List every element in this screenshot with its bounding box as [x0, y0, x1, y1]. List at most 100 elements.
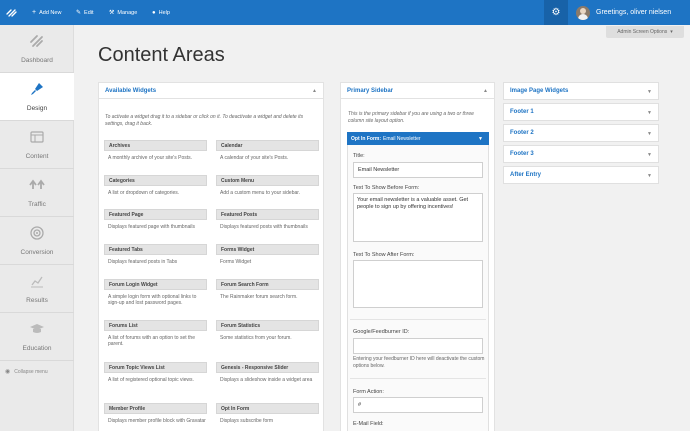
edit-menu[interactable]: ✎ Edit	[76, 0, 94, 25]
after-text-textarea[interactable]	[353, 260, 483, 308]
available-widgets-header[interactable]: Available Widgets ▲	[99, 83, 323, 99]
sidebar-item-label: Design	[26, 105, 48, 112]
sidebar-item-label: Traffic	[28, 201, 46, 208]
widget-description: A simple login form with optional links …	[108, 294, 197, 306]
add-new-label: Add New	[39, 9, 62, 16]
image-page-widgets-panel[interactable]: Image Page Widgets ▼	[503, 82, 659, 100]
after-text-label: Text To Show After Form:	[353, 252, 415, 258]
widget-title: Calendar	[216, 140, 319, 151]
sidebar-item-dashboard[interactable]: Dashboard	[0, 25, 74, 73]
content-icon	[0, 128, 74, 146]
widget-title: Forum Search Form	[216, 279, 319, 290]
widget-opt-in-form[interactable]: Opt In Form Displays subscribe form	[216, 403, 319, 424]
main-sidebar: Dashboard Design Content Traffic Convers…	[0, 25, 74, 431]
widget-title: Forms Widget	[216, 244, 319, 255]
widget-featured-page[interactable]: Featured Page Displays featured page with…	[104, 209, 207, 230]
optin-widget-type: Opt In Form:	[351, 135, 381, 142]
settings-gear-icon[interactable]: ⚙	[544, 0, 568, 25]
section-divider	[350, 378, 486, 379]
widget-title: Member Profile	[104, 403, 207, 414]
sidebar-item-design[interactable]: Design	[0, 73, 74, 121]
available-widgets-title: Available Widgets	[105, 87, 157, 94]
widget-featured-tabs[interactable]: Featured Tabs Displays featured posts in …	[104, 244, 207, 265]
widget-categories[interactable]: Categories A list or dropdown of categori…	[104, 175, 207, 196]
sidebar-item-label: Dashboard	[21, 57, 53, 64]
brand-logo-icon[interactable]	[4, 4, 20, 20]
optin-widget-header[interactable]: Opt In Form: Email Newsletter ▼	[347, 132, 489, 145]
sidebar-item-results[interactable]: Results	[0, 265, 74, 313]
panel-title: Footer 3	[510, 151, 534, 157]
expand-arrow-icon[interactable]: ▼	[647, 89, 652, 95]
title-input[interactable]	[353, 162, 483, 178]
widget-forum-search-form[interactable]: Forum Search Form The Rainmaker forum sea…	[216, 279, 319, 300]
screen-options-label: Admin Screen Options	[617, 29, 668, 35]
widget-description: Displays featured page with thumbnails	[108, 224, 195, 230]
footer-2-panel[interactable]: Footer 2 ▼	[503, 124, 659, 142]
sidebar-item-label: Content	[25, 153, 49, 160]
widget-member-profile[interactable]: Member Profile Displays member profile bl…	[104, 403, 207, 424]
widget-forms-widget[interactable]: Forms Widget Forms Widget	[216, 244, 319, 265]
expand-arrow-icon[interactable]: ▼	[647, 152, 652, 158]
expand-arrow-icon[interactable]: ▼	[647, 110, 652, 116]
widget-featured-posts[interactable]: Featured Posts Displays featured posts wi…	[216, 209, 319, 230]
collapse-icon: ◉	[5, 369, 11, 375]
widget-responsive-slider[interactable]: Genesis - Responsive Slider Displays a sl…	[216, 362, 319, 383]
widget-title: Forum Topic Views List	[104, 362, 207, 373]
primary-sidebar-header[interactable]: Primary Sidebar ▲	[341, 83, 494, 99]
widget-description: Some statistics from your forum.	[220, 335, 292, 341]
graduation-cap-icon	[0, 320, 74, 338]
before-text-textarea[interactable]: Your email newsletter is a valuable asse…	[353, 193, 483, 242]
widget-custom-menu[interactable]: Custom Menu Add a custom menu to your sid…	[216, 175, 319, 196]
widget-forums-list[interactable]: Forums List A list of forums with an opti…	[104, 320, 207, 347]
widget-title: Opt In Form	[216, 403, 319, 414]
after-entry-panel[interactable]: After Entry ▼	[503, 166, 659, 184]
widget-forum-login[interactable]: Forum Login Widget A simple login form wi…	[104, 279, 207, 306]
widget-forum-statistics[interactable]: Forum Statistics Some statistics from you…	[216, 320, 319, 341]
manage-label: Manage	[117, 9, 138, 16]
edit-label: Edit	[84, 9, 94, 16]
sidebar-item-education[interactable]: Education	[0, 313, 74, 361]
sidebar-item-label: Conversion	[20, 249, 54, 256]
footer-1-panel[interactable]: Footer 1 ▼	[503, 103, 659, 121]
wrench-icon: ⚒	[109, 9, 115, 16]
expand-arrow-icon[interactable]: ▼	[647, 131, 652, 137]
widget-description: A monthly archive of your site's Posts.	[108, 155, 193, 161]
widget-title: Forum Login Widget	[104, 279, 207, 290]
expand-arrow-icon[interactable]: ▼	[478, 136, 483, 142]
widget-title: Forums List	[104, 320, 207, 331]
widget-title: Archives	[104, 140, 207, 151]
chart-icon	[0, 272, 74, 290]
collapse-menu-button[interactable]: ◉ Collapse menu	[5, 368, 48, 376]
add-new-menu[interactable]: + Add New	[32, 0, 61, 25]
widget-description: Displays featured posts in Tabs	[108, 259, 178, 265]
sidebar-item-content[interactable]: Content	[0, 121, 74, 169]
admin-topbar: + Add New ✎ Edit ⚒ Manage ● Help ⚙ Greet…	[0, 0, 690, 25]
sidebar-item-conversion[interactable]: Conversion	[0, 217, 74, 265]
feedburner-id-input[interactable]	[353, 338, 483, 354]
paintbrush-icon	[0, 80, 74, 98]
manage-menu[interactable]: ⚒ Manage	[109, 0, 137, 25]
page-title: Content Areas	[98, 44, 225, 66]
feedburner-hint: Entering your feedburner ID here will de…	[353, 356, 485, 369]
screen-options-button[interactable]: Admin Screen Options ▾	[606, 26, 684, 38]
help-label: Help	[158, 9, 170, 16]
widget-archives[interactable]: Archives A monthly archive of your site's…	[104, 140, 207, 161]
widget-calendar[interactable]: Calendar A calendar of your site's Posts.	[216, 140, 319, 161]
expand-arrow-icon[interactable]: ▼	[647, 173, 652, 179]
user-account-menu[interactable]: Greetings, oliver nielsen	[576, 0, 671, 25]
panel-title: After Entry	[510, 172, 542, 178]
plus-icon: +	[32, 9, 37, 16]
sidebar-item-traffic[interactable]: Traffic	[0, 169, 74, 217]
panel-title: Footer 1	[510, 109, 534, 115]
widget-description: Displays subscribe form	[220, 418, 274, 424]
widget-forum-topic-views[interactable]: Forum Topic Views List A list of register…	[104, 362, 207, 383]
panel-title: Image Page Widgets	[510, 88, 569, 94]
widget-description: Add a custom menu to your sidebar.	[220, 190, 301, 196]
widget-title: Featured Posts	[216, 209, 319, 220]
collapse-arrow-icon[interactable]: ▲	[312, 88, 317, 94]
footer-3-panel[interactable]: Footer 3 ▼	[503, 145, 659, 163]
traffic-arrows-icon	[0, 176, 74, 194]
collapse-arrow-icon[interactable]: ▲	[483, 88, 488, 94]
form-action-input[interactable]	[353, 397, 483, 413]
help-menu[interactable]: ● Help	[152, 0, 170, 25]
